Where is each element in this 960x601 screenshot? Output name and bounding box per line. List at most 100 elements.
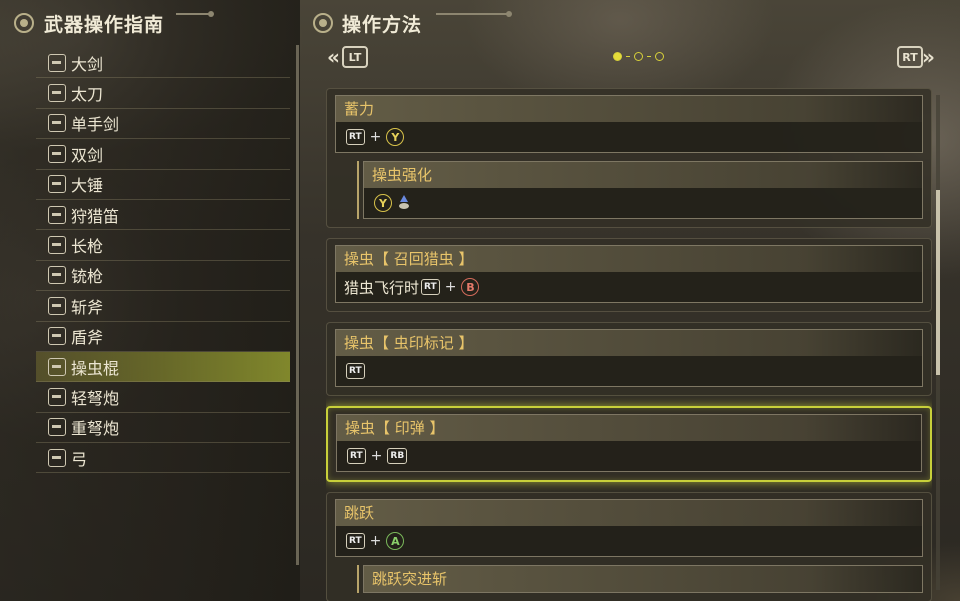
weapon-item-heavy-bowgun[interactable]: 重弩炮 (36, 413, 290, 444)
rt-button-icon: RT (346, 129, 365, 145)
page-dot-link (626, 55, 630, 58)
control-card-charge[interactable]: 蓄力 RT + Y 操虫强化 Y (326, 88, 932, 228)
weapon-label: 操虫棍 (71, 358, 120, 378)
y-button-icon: Y (386, 128, 405, 146)
rt-button-icon: RT (346, 533, 365, 549)
control-entry: 操虫【 印弹 】 RT + RB (336, 414, 922, 472)
weapon-label: 双剑 (71, 145, 104, 165)
plus-sign: + (444, 279, 457, 295)
weapon-item-switch-axe[interactable]: 斩斧 (36, 291, 290, 322)
heavy-bowgun-icon (48, 418, 66, 437)
weapon-label: 盾斧 (71, 328, 104, 348)
weapon-item-sword-and-shield[interactable]: 单手剑 (36, 109, 290, 140)
emblem-icon (14, 13, 34, 33)
weapon-item-long-sword[interactable]: 太刀 (36, 78, 290, 109)
weapon-label: 重弩炮 (71, 419, 120, 439)
plus-sign: + (370, 448, 383, 464)
light-bowgun-icon (48, 387, 66, 406)
control-input-row: 猎虫飞行时 RT + B (336, 272, 922, 302)
header-divider (176, 13, 210, 15)
condition-text: 猎虫飞行时 (344, 278, 420, 297)
hammer-icon (48, 175, 66, 194)
control-title: 操虫【 召回猎虫 】 (336, 246, 922, 272)
page-dot-link (647, 55, 651, 58)
weapon-label: 弓 (71, 449, 88, 469)
weapon-item-hammer[interactable]: 大锤 (36, 170, 290, 200)
control-title: 操虫【 印弹 】 (337, 415, 921, 441)
weapon-item-charge-blade[interactable]: 盾斧 (36, 322, 290, 352)
header-divider-dot (208, 11, 214, 17)
plus-sign: + (369, 129, 382, 145)
weapon-label: 太刀 (71, 85, 104, 105)
prev-page-button[interactable]: LT (342, 46, 368, 68)
weapon-label: 铳枪 (71, 267, 104, 287)
weapon-item-light-bowgun[interactable]: 轻弩炮 (36, 382, 290, 413)
insect-glaive-icon (48, 357, 66, 376)
chevron-right-icon: » (922, 45, 935, 69)
weapon-label: 狩猎笛 (71, 206, 120, 226)
weapon-item-dual-blades[interactable]: 双剑 (36, 139, 290, 170)
sub-control: 跳跃突进斩 (357, 565, 923, 593)
control-title: 跳跃 (336, 500, 922, 526)
weapon-item-gunlance[interactable]: 铳枪 (36, 261, 290, 292)
control-input-row: RT (336, 356, 922, 386)
control-title: 蓄力 (336, 96, 922, 122)
weapon-item-lance[interactable]: 长枪 (36, 230, 290, 261)
chevron-left-icon: « (327, 45, 340, 69)
weapon-label: 长枪 (71, 237, 104, 257)
controls-title: 操作方法 (342, 14, 423, 36)
control-entry: 操虫强化 Y (363, 161, 923, 219)
control-card-mark-pellet[interactable]: 操虫【 印弹 】 RT + RB (326, 406, 932, 482)
switch-axe-icon (48, 296, 66, 315)
weapon-list: 大剑 太刀 单手剑 双剑 大锤 狩猎笛 长枪 铳枪 斩斧 盾斧 操虫棍 轻弩炮 … (36, 48, 290, 474)
control-card-recall-kinsect[interactable]: 操虫【 召回猎虫 】 猎虫飞行时 RT + B (326, 238, 932, 312)
control-entry: 操虫【 召回猎虫 】 猎虫飞行时 RT + B (335, 245, 923, 303)
control-input-row: Y (364, 188, 922, 218)
charge-blade-icon (48, 327, 66, 346)
weapon-label: 大锤 (71, 176, 104, 196)
kinsect-icon (398, 195, 410, 211)
rt-button-icon: RT (421, 279, 440, 295)
rt-button-icon: RT (346, 363, 365, 379)
weapon-guide-panel: 武器操作指南 大剑 太刀 单手剑 双剑 大锤 狩猎笛 长枪 铳枪 斩斧 盾斧 操… (0, 0, 300, 601)
control-card-jump[interactable]: 跳跃 RT + A 跳跃突进斩 (326, 492, 932, 601)
control-input-row: RT + RB (337, 441, 921, 471)
weapon-label: 大剑 (71, 54, 104, 74)
great-sword-icon (48, 53, 66, 72)
panel-title: 武器操作指南 (44, 14, 165, 36)
control-entry: 操虫【 虫印标记 】 RT (335, 329, 923, 387)
control-entry: 跳跃突进斩 (363, 565, 923, 593)
weapon-item-hunting-horn[interactable]: 狩猎笛 (36, 200, 290, 231)
weapon-label: 单手剑 (71, 115, 120, 135)
page-dot (634, 52, 643, 61)
controls-list: 蓄力 RT + Y 操虫强化 Y 操虫【 召回猎虫 】 猎虫飞行时 RT + B… (326, 88, 932, 601)
rb-button-icon: RB (387, 448, 408, 464)
header-divider-dot (506, 11, 512, 17)
a-button-icon: A (386, 532, 405, 550)
lance-icon (48, 236, 66, 255)
emblem-icon (313, 13, 333, 33)
hunting-horn-icon (48, 205, 66, 224)
weapon-item-bow[interactable]: 弓 (36, 443, 290, 474)
panel-border (296, 45, 299, 565)
next-page-button[interactable]: RT (897, 46, 923, 68)
dual-blades-icon (48, 144, 66, 163)
weapon-label: 斩斧 (71, 297, 104, 317)
control-card-mark-target[interactable]: 操虫【 虫印标记 】 RT (326, 322, 932, 396)
b-button-icon: B (461, 278, 480, 296)
control-input-row: RT + Y (336, 122, 922, 152)
weapon-item-great-sword[interactable]: 大剑 (36, 48, 290, 79)
y-button-icon: Y (374, 194, 392, 212)
sword-and-shield-icon (48, 114, 66, 133)
gunlance-icon (48, 266, 66, 285)
control-entry: 蓄力 RT + Y (335, 95, 923, 153)
sub-control: 操虫强化 Y (357, 161, 923, 219)
page-dot-active (613, 52, 622, 61)
header-divider (436, 13, 508, 15)
control-title: 操虫强化 (364, 162, 922, 188)
weapon-item-insect-glaive[interactable]: 操虫棍 (36, 351, 290, 383)
plus-sign: + (369, 533, 382, 549)
control-entry: 跳跃 RT + A (335, 499, 923, 557)
control-title: 跳跃突进斩 (364, 566, 922, 592)
scrollbar-thumb[interactable] (936, 190, 940, 375)
